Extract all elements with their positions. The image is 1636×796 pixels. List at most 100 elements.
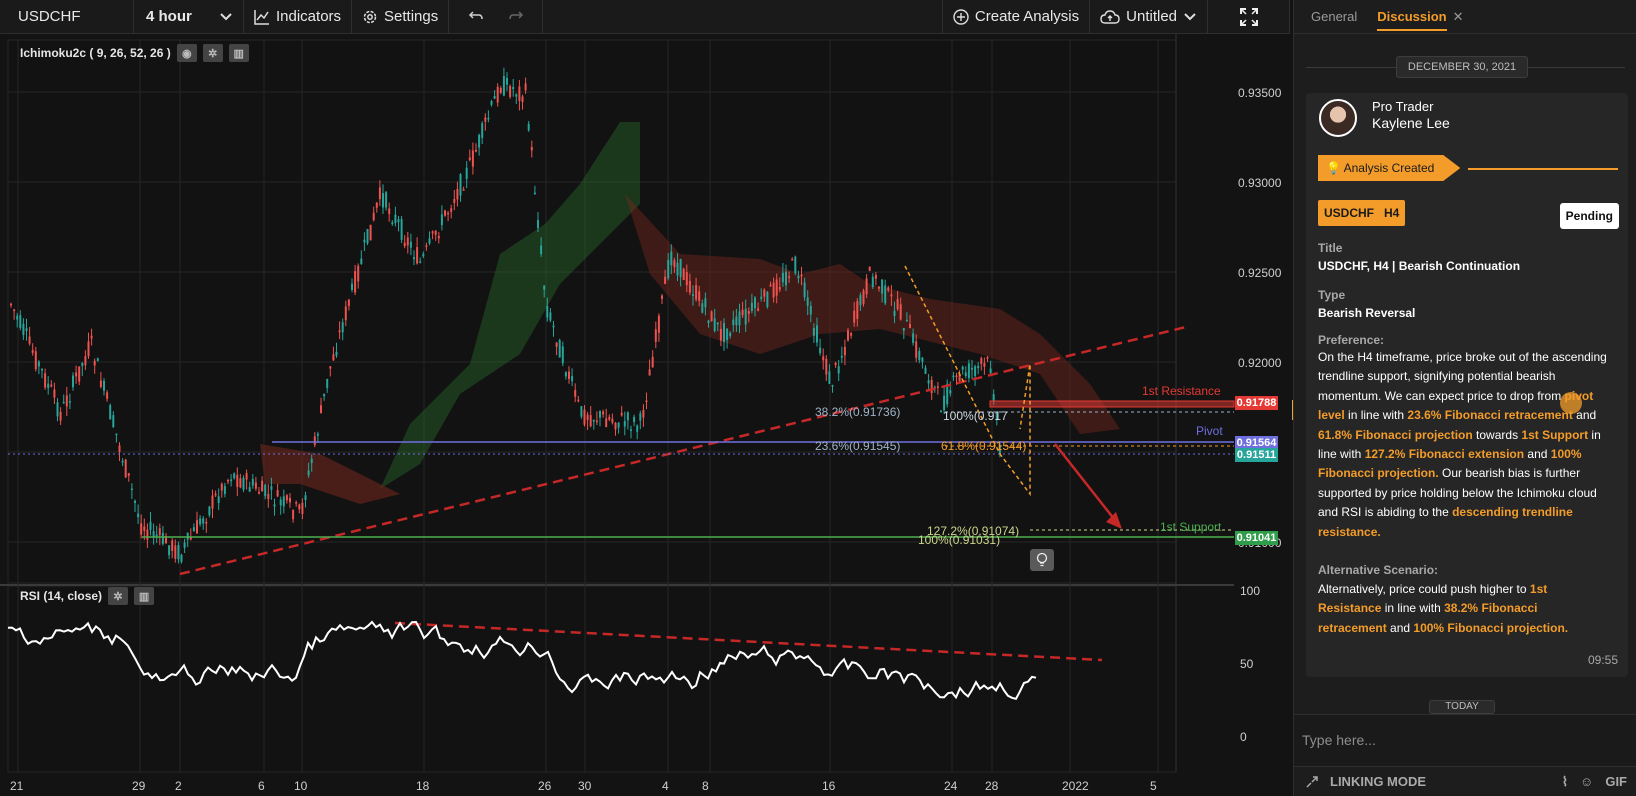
candle-body — [158, 528, 161, 536]
message-time: 09:55 — [1587, 653, 1618, 667]
highlight-run: 23.6% Fibonacci retracement — [1407, 408, 1573, 423]
create-analysis-button[interactable]: Create Analysis — [943, 0, 1091, 34]
candle-body — [586, 414, 589, 421]
candle-body — [974, 366, 977, 377]
message-input[interactable] — [1302, 725, 1622, 755]
close-icon[interactable]: ✕ — [1453, 9, 1464, 25]
candle-body — [540, 245, 543, 255]
candle-body — [788, 276, 791, 278]
text-run: in line with — [1381, 601, 1445, 616]
settings-label: Settings — [384, 8, 439, 25]
candle-body — [363, 239, 366, 243]
candle-body — [397, 219, 400, 223]
undo-redo-group — [449, 0, 544, 34]
trash-icon[interactable]: ▥ — [134, 587, 155, 605]
undo-icon[interactable] — [468, 10, 484, 24]
discussion-panel: General Discussion ✕ DECEMBER 30, 2021 P… — [1293, 0, 1636, 796]
candle-body — [223, 486, 226, 494]
candle-body — [127, 473, 130, 476]
resistance-annotation: 1st Resistance — [1142, 384, 1221, 398]
toolbar-spacer — [543, 0, 943, 34]
settings-button[interactable]: Settings — [352, 0, 450, 34]
candle-body — [865, 278, 868, 295]
candle-body — [65, 395, 68, 407]
candle-body — [850, 333, 853, 336]
candle-body — [735, 316, 738, 326]
candle-body — [273, 504, 276, 507]
candle-body — [716, 322, 719, 325]
candle-body — [518, 86, 521, 101]
candle-body — [19, 315, 22, 328]
chart-area[interactable]: Ichimoku2c ( 9, 26, 52, 26 ) ◉ ✲ ▥ RSI (… — [0, 34, 1290, 796]
candle-body — [685, 272, 688, 286]
candle-body — [936, 386, 939, 388]
candle-body — [670, 251, 673, 266]
trash-icon[interactable]: ▥ — [228, 44, 249, 62]
indicators-label: Indicators — [276, 8, 342, 25]
candle-body — [816, 325, 818, 343]
rsi-axis-label: 50 — [1240, 657, 1254, 671]
status-row: 💡 Analysis Created — [1318, 155, 1618, 181]
timeframe-chip[interactable]: H4 — [1378, 200, 1406, 226]
candle-body — [577, 399, 580, 402]
avatar — [1319, 99, 1357, 137]
tab-discussion[interactable]: Discussion — [1377, 9, 1447, 31]
gear-icon[interactable]: ✲ — [202, 44, 223, 62]
fib-100-top-label: 100%(0.917 — [943, 409, 1008, 423]
candle-body — [205, 522, 208, 524]
ichimoku-legend: Ichimoku2c ( 9, 26, 52, 26 ) ◉ ✲ ▥ — [20, 44, 249, 62]
link-icon[interactable] — [1304, 774, 1320, 790]
candle-body — [180, 554, 183, 562]
today-separator: TODAY — [1429, 700, 1495, 714]
symbol-chip[interactable]: USDCHF — [1318, 200, 1380, 226]
candle-body — [521, 96, 524, 103]
candle-body — [434, 230, 437, 235]
emoji-icon[interactable]: ☺ — [1580, 774, 1593, 789]
candle-body — [388, 208, 391, 215]
candle-body — [96, 358, 99, 362]
candle-body — [806, 297, 809, 306]
candle-body — [202, 518, 205, 524]
candle-body — [661, 295, 663, 299]
candle-body — [468, 157, 471, 161]
candle-body — [912, 333, 915, 344]
candle-body — [475, 150, 477, 152]
candle-body — [524, 83, 527, 91]
time-axis-label: 16 — [822, 779, 836, 793]
linking-mode-label[interactable]: LINKING MODE — [1330, 774, 1426, 789]
interval-dropdown[interactable]: 4 hour — [134, 0, 244, 34]
candle-body — [143, 526, 146, 531]
candle-body — [679, 259, 682, 278]
candle-body — [893, 310, 896, 317]
paperclip-icon[interactable]: ⌇ — [1562, 774, 1568, 790]
text-run: and — [1524, 447, 1551, 462]
candle-body — [509, 86, 512, 97]
candle-body — [47, 383, 50, 389]
indicators-button[interactable]: Indicators — [244, 0, 353, 34]
candle-body — [673, 260, 676, 268]
support-annotation: 1st Support — [1160, 520, 1222, 534]
candle-body — [251, 478, 254, 486]
price-chart-canvas[interactable] — [0, 34, 1290, 796]
gif-button[interactable]: GIF — [1605, 774, 1627, 789]
candle-body — [326, 379, 329, 388]
candle-body — [902, 328, 905, 331]
candle-body — [78, 366, 81, 382]
layout-save-dropdown[interactable]: Untitled — [1090, 0, 1208, 34]
candle-body — [264, 484, 267, 497]
idea-bulb-button[interactable] — [1030, 549, 1054, 571]
eye-icon[interactable]: ◉ — [176, 44, 197, 62]
candle-body — [385, 192, 388, 208]
candle-body — [726, 328, 729, 341]
redo-icon[interactable] — [508, 10, 524, 24]
fullscreen-button[interactable] — [1208, 0, 1290, 34]
candle-body — [59, 411, 62, 421]
candle-body — [422, 253, 425, 257]
candle-body — [797, 275, 800, 279]
candle-body — [506, 77, 508, 85]
candle-body — [719, 328, 722, 341]
tab-general[interactable]: General — [1311, 9, 1357, 24]
gear-icon[interactable]: ✲ — [108, 587, 129, 605]
symbol-selector[interactable]: USDCHF — [0, 0, 134, 34]
gear-icon — [362, 9, 378, 25]
